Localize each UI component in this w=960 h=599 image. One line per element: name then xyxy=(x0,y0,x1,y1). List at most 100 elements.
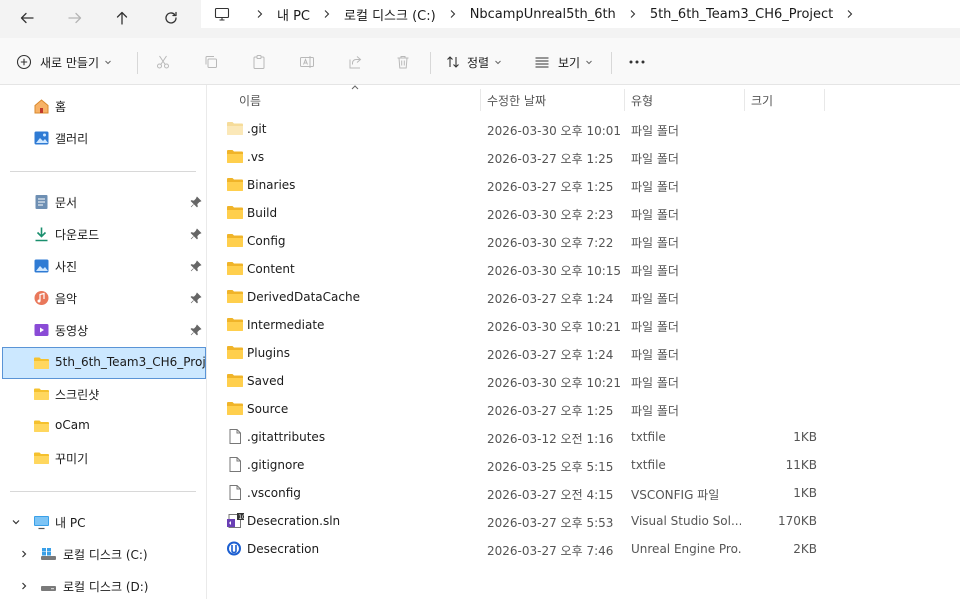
file-row[interactable]: .gitignore 2026-03-25 오후 5:15 txtfile 11KB xyxy=(220,450,960,478)
sidebar-item-gallery[interactable]: 갤러리 xyxy=(0,125,206,151)
file-row[interactable]: Config 2026-03-30 오후 7:22 파일 폴더 xyxy=(220,226,960,254)
sidebar-item-label: 갤러리 xyxy=(55,132,89,146)
column-header-modified[interactable]: 수정한 날짜 xyxy=(487,89,546,111)
file-row[interactable]: Saved 2026-03-30 오후 10:21 파일 폴더 xyxy=(220,366,960,394)
address-box[interactable]: 내 PC 로컬 디스크 (C:) NbcampUnreal5th_6th 5th… xyxy=(201,0,960,28)
file-icon xyxy=(226,485,244,500)
file-row[interactable]: 10 Desecration.sln 2026-03-27 오후 5:53 Visua… xyxy=(220,506,960,534)
sidebar-item-home[interactable]: 홈 xyxy=(0,93,206,119)
file-type: 파일 폴더 xyxy=(631,404,679,418)
file-name: .vsconfig xyxy=(247,486,301,500)
chevron-right-icon[interactable] xyxy=(18,548,30,560)
sidebar-item-music[interactable]: 음악 xyxy=(0,285,206,311)
file-row[interactable]: Intermediate 2026-03-30 오후 10:21 파일 폴더 xyxy=(220,310,960,338)
unreal-engine-icon xyxy=(226,541,244,556)
folder-icon xyxy=(226,317,244,332)
share-button[interactable] xyxy=(343,50,367,74)
windows-drive-icon xyxy=(41,548,56,560)
column-divider[interactable] xyxy=(480,89,481,111)
file-row[interactable]: DerivedDataCache 2026-03-27 오후 1:24 파일 폴더 xyxy=(220,282,960,310)
file-type: txtfile xyxy=(631,430,666,444)
forward-button[interactable] xyxy=(60,3,90,33)
view-button[interactable]: 보기 xyxy=(534,50,594,74)
column-header-name[interactable]: 이름 xyxy=(239,89,261,111)
file-row[interactable]: Content 2026-03-30 오후 10:15 파일 폴더 xyxy=(220,254,960,282)
file-row[interactable]: Binaries 2026-03-27 오후 1:25 파일 폴더 xyxy=(220,170,960,198)
chevron-right-icon[interactable] xyxy=(436,0,470,28)
file-row[interactable]: .git 2026-03-30 오후 10:01 파일 폴더 xyxy=(220,114,960,142)
chevron-right-icon[interactable] xyxy=(243,0,277,28)
up-button[interactable] xyxy=(107,3,137,33)
sort-button-label: 정렬 xyxy=(467,55,490,70)
sidebar-item-videos[interactable]: 동영상 xyxy=(0,317,206,343)
copy-icon xyxy=(205,56,217,68)
column-header-type[interactable]: 유형 xyxy=(631,89,653,111)
file-modified-date: 2026-03-30 오후 10:21 xyxy=(487,376,622,390)
more-options-button[interactable] xyxy=(625,50,649,74)
sidebar-item-this-pc[interactable]: 내 PC xyxy=(0,509,206,535)
download-icon xyxy=(35,227,48,242)
breadcrumb-local-disk-c[interactable]: 로컬 디스크 (C:) xyxy=(344,5,436,24)
cut-button[interactable] xyxy=(151,50,175,74)
list-view-icon xyxy=(535,57,549,68)
chevron-right-icon[interactable] xyxy=(18,580,30,592)
file-name: .gitignore xyxy=(247,458,305,472)
pin-icon[interactable] xyxy=(190,324,202,336)
file-row[interactable]: .vsconfig 2026-03-27 오전 4:15 VSCONFIG 파일 1K… xyxy=(220,478,960,506)
sidebar-item-documents[interactable]: 문서 xyxy=(0,189,206,215)
back-button[interactable] xyxy=(12,3,42,33)
file-modified-date: 2026-03-30 오후 10:15 xyxy=(487,264,622,278)
refresh-button[interactable] xyxy=(156,3,186,33)
sidebar-item-project-folder[interactable]: 5th_6th_Team3_CH6_Project xyxy=(2,347,206,379)
pin-icon[interactable] xyxy=(190,260,202,272)
file-row[interactable]: Build 2026-03-30 오후 2:23 파일 폴더 xyxy=(220,198,960,226)
paste-button[interactable] xyxy=(247,50,271,74)
sidebar-item-pictures[interactable]: 사진 xyxy=(0,253,206,279)
column-divider[interactable] xyxy=(744,89,745,111)
new-button[interactable]: 새로 만들기 xyxy=(16,50,113,74)
file-name: Saved xyxy=(247,374,285,388)
breadcrumb-nbcamp-folder[interactable]: NbcampUnreal5th_6th xyxy=(470,7,616,22)
file-name: Intermediate xyxy=(247,318,325,332)
sidebar-item-drive-d[interactable]: 로컬 디스크 (D:) xyxy=(0,573,206,599)
delete-button[interactable] xyxy=(391,50,415,74)
column-divider[interactable] xyxy=(824,89,825,111)
new-button-label: 새로 만들기 xyxy=(40,55,100,70)
file-name: DerivedDataCache xyxy=(247,290,360,304)
file-size: 170KB xyxy=(777,514,817,528)
folder-icon xyxy=(226,289,244,304)
sidebar-item-screenshots[interactable]: 스크린샷 xyxy=(0,381,206,407)
file-row[interactable]: Desecration 2026-03-27 오후 7:46 Unreal Engi… xyxy=(220,534,960,562)
file-row[interactable]: Plugins 2026-03-27 오후 1:24 파일 폴더 xyxy=(220,338,960,366)
sidebar-item-decorate[interactable]: 꾸미기 xyxy=(0,445,206,471)
breadcrumb-this-pc[interactable]: 내 PC xyxy=(277,5,310,24)
column-divider[interactable] xyxy=(624,89,625,111)
copy-button[interactable] xyxy=(199,50,223,74)
file-name: Plugins xyxy=(247,346,290,360)
sort-button[interactable]: 정렬 xyxy=(445,50,503,74)
clipboard-icon xyxy=(253,55,265,69)
breadcrumb-project-folder[interactable]: 5th_6th_Team3_CH6_Project xyxy=(650,7,833,22)
sidebar-item-ocam[interactable]: oCam xyxy=(0,413,206,439)
file-row[interactable]: Source 2026-03-27 오후 1:25 파일 폴더 xyxy=(220,394,960,422)
file-row[interactable]: .gitattributes 2026-03-12 오전 1:16 txtfile 1… xyxy=(220,422,960,450)
chevron-down-icon[interactable] xyxy=(10,516,22,528)
file-name: Source xyxy=(247,402,289,416)
file-type: 파일 폴더 xyxy=(631,208,679,222)
pin-icon[interactable] xyxy=(190,292,202,304)
column-header-size[interactable]: 크기 xyxy=(751,89,773,111)
pin-icon[interactable] xyxy=(190,228,202,240)
file-row[interactable]: .vs 2026-03-27 오후 1:25 파일 폴더 xyxy=(220,142,960,170)
pin-icon[interactable] xyxy=(190,196,202,208)
sidebar-item-label: 내 PC xyxy=(55,516,86,530)
file-modified-date: 2026-03-27 오후 1:25 xyxy=(487,180,614,194)
folder-icon xyxy=(226,177,244,192)
sidebar-item-downloads[interactable]: 다운로드 xyxy=(0,221,206,247)
chevron-right-icon[interactable] xyxy=(616,0,650,28)
file-type: VSCONFIG 파일 xyxy=(631,488,720,502)
scissors-icon xyxy=(157,55,169,69)
chevron-right-icon[interactable] xyxy=(833,0,867,28)
chevron-right-icon[interactable] xyxy=(310,0,344,28)
rename-button[interactable] xyxy=(295,50,319,74)
sidebar-item-drive-c[interactable]: 로컬 디스크 (C:) xyxy=(0,541,206,567)
